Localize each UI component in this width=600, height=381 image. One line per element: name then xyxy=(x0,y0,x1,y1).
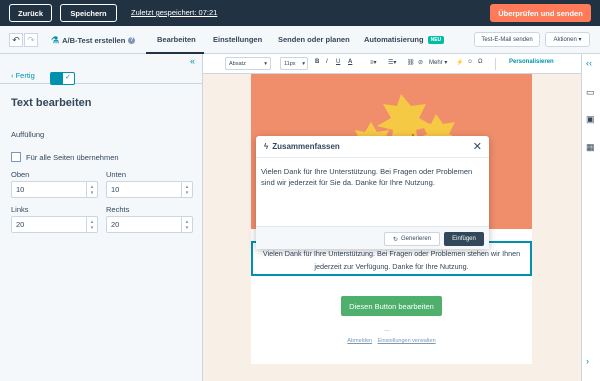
tab-automation[interactable]: Automatisierung NEU xyxy=(364,35,445,45)
summarize-dialog: ϟ Zusammenfassen ✕ Vielen Dank für Ihre … xyxy=(256,136,489,249)
padding-label: Auffüllung xyxy=(11,130,45,139)
layout-icon[interactable]: ▣ xyxy=(586,114,595,125)
stepper-icon[interactable]: ▲ ▼ xyxy=(181,217,192,232)
right-rail: ‹‹ ▭ ▣ ▦ › xyxy=(581,54,600,381)
flask-icon: ⚗ xyxy=(51,35,60,45)
dialog-title: Zusammenfassen xyxy=(272,142,340,151)
padding-toggle[interactable]: ✓ xyxy=(50,72,75,85)
ab-test-label: A/B-Test erstellen xyxy=(62,36,126,45)
done-link[interactable]: ‹ Fertig xyxy=(11,71,35,80)
bottom-padding-input[interactable]: 10 ▲ ▼ xyxy=(106,181,193,198)
rich-text-toolbar: Absatz ▾ 11px ▾ B I U A ≡▾ ☰▾ ⛓ ⊘ Mehr ▾ ⚡… xyxy=(203,54,581,74)
undo-icon[interactable]: ↶ xyxy=(9,33,23,47)
left-label: Links xyxy=(11,205,29,214)
stepper-icon[interactable]: ▲ ▼ xyxy=(181,182,192,197)
email-footer: Abmelden Einstellungen verwalten xyxy=(251,338,532,344)
unsubscribe-link[interactable]: Abmelden xyxy=(347,338,372,344)
manage-settings-link[interactable]: Einstellungen verwalten xyxy=(378,338,436,344)
check-icon: ✓ xyxy=(65,74,71,81)
edit-panel: « ‹ Fertig Text bearbeiten Auffüllung ✓ … xyxy=(0,54,203,381)
top-padding-input[interactable]: 10 ▲ ▼ xyxy=(11,181,98,198)
editor-toolbar: ↶ ↷ ⚗ A/B-Test erstellen ? Bearbeiten Ei… xyxy=(0,26,600,54)
close-icon[interactable]: ✕ xyxy=(473,140,482,153)
personalize-button[interactable]: Personalisieren xyxy=(509,59,554,65)
emoji-icon[interactable]: ☺ xyxy=(467,59,473,65)
divider xyxy=(0,83,203,84)
dialog-footer: ↻ Generieren Einfügen xyxy=(256,226,489,249)
chevron-down-icon: ▾ xyxy=(302,60,305,67)
actions-label: Aktionen xyxy=(553,36,577,43)
ab-test-button[interactable]: ⚗ A/B-Test erstellen ? xyxy=(51,35,136,46)
top-label: Oben xyxy=(11,170,30,179)
stepper-icon[interactable]: ▲ ▼ xyxy=(86,182,97,197)
generate-label: Generieren xyxy=(401,236,432,242)
actions-dropdown[interactable]: Aktionen ▾ xyxy=(545,32,590,47)
toolbar-divider xyxy=(495,58,496,70)
more-dropdown[interactable]: Mehr ▾ xyxy=(429,59,447,66)
expand-panel-icon[interactable]: ‹‹ xyxy=(586,58,592,68)
insert-button[interactable]: Einfügen xyxy=(444,232,484,246)
right-label: Rechts xyxy=(106,205,130,214)
dialog-header: ϟ Zusammenfassen xyxy=(256,136,489,158)
back-button[interactable]: Zurück xyxy=(9,4,52,22)
stepper-icon[interactable]: ▲ ▼ xyxy=(86,217,97,232)
chevron-right-icon[interactable]: › xyxy=(586,356,589,366)
paragraph-style-value: Absatz xyxy=(229,60,246,67)
send-test-email-button[interactable]: Test-E-Mail senden xyxy=(474,32,540,47)
calendar-icon[interactable]: ▦ xyxy=(586,142,595,153)
tab-send-or-schedule[interactable]: Senden oder planen xyxy=(278,35,350,44)
underline-button[interactable]: U xyxy=(336,59,340,65)
left-padding-input[interactable]: 20 ▲ ▼ xyxy=(11,216,98,233)
bottom-padding-value: 10 xyxy=(111,185,120,194)
italic-button[interactable]: I xyxy=(326,59,328,65)
chevron-down-icon: ▾ xyxy=(576,37,582,43)
tab-edit[interactable]: Bearbeiten xyxy=(157,35,196,44)
text-color-button[interactable]: A xyxy=(348,59,352,65)
link-icon[interactable]: ⛓ xyxy=(407,59,415,66)
ai-icon[interactable]: ⚡ xyxy=(456,59,463,66)
omega-icon[interactable]: Ω xyxy=(478,59,483,65)
tab-settings[interactable]: Einstellungen xyxy=(213,35,262,44)
last-saved-link[interactable]: Zuletzt gespeichert: 07:21 xyxy=(131,8,217,17)
right-padding-input[interactable]: 20 ▲ ▼ xyxy=(106,216,193,233)
panel-title: Text bearbeiten xyxy=(11,97,92,109)
summary-text[interactable]: Vielen Dank für Ihre Unterstützung. Bei … xyxy=(261,166,486,188)
collapse-panel-icon[interactable]: « xyxy=(190,56,195,66)
toggle-fill xyxy=(51,73,63,84)
right-padding-value: 20 xyxy=(111,220,120,229)
bold-button[interactable]: B xyxy=(315,59,319,65)
cta-button[interactable]: Diesen Button bearbeiten xyxy=(341,296,442,316)
new-badge: NEU xyxy=(427,36,445,45)
align-icon[interactable]: ≡▾ xyxy=(370,59,377,66)
save-button[interactable]: Speichern xyxy=(60,4,117,22)
footer-ellipsis: ... xyxy=(384,326,390,333)
apply-all-checkbox[interactable] xyxy=(11,152,21,162)
info-icon[interactable]: ? xyxy=(128,37,136,44)
tab-automation-label: Automatisierung xyxy=(364,35,424,44)
apply-all-label: Für alle Seiten übernehmen xyxy=(26,153,119,162)
lightning-icon: ϟ xyxy=(264,142,269,151)
more-label: Mehr xyxy=(429,60,443,66)
font-size-dropdown[interactable]: 11px ▾ xyxy=(280,57,308,70)
review-and-send-button[interactable]: Überprüfen und senden xyxy=(490,4,591,22)
comment-icon[interactable]: ▭ xyxy=(586,87,595,98)
done-label: Fertig xyxy=(15,71,35,80)
list-icon[interactable]: ☰▾ xyxy=(388,59,396,66)
chevron-down-icon: ▾ xyxy=(264,60,267,67)
clear-format-icon[interactable]: ⊘ xyxy=(418,59,423,66)
paragraph-style-dropdown[interactable]: Absatz ▾ xyxy=(225,57,271,70)
top-padding-value: 10 xyxy=(16,185,25,194)
top-bar: Zurück Speichern Zuletzt gespeichert: 07… xyxy=(0,0,600,26)
bottom-label: Unten xyxy=(106,170,127,179)
redo-icon[interactable]: ↷ xyxy=(24,33,38,47)
refresh-icon: ↻ xyxy=(392,236,398,243)
font-size-value: 11px xyxy=(284,60,296,67)
left-padding-value: 20 xyxy=(16,220,25,229)
generate-button[interactable]: ↻ Generieren xyxy=(384,232,440,246)
